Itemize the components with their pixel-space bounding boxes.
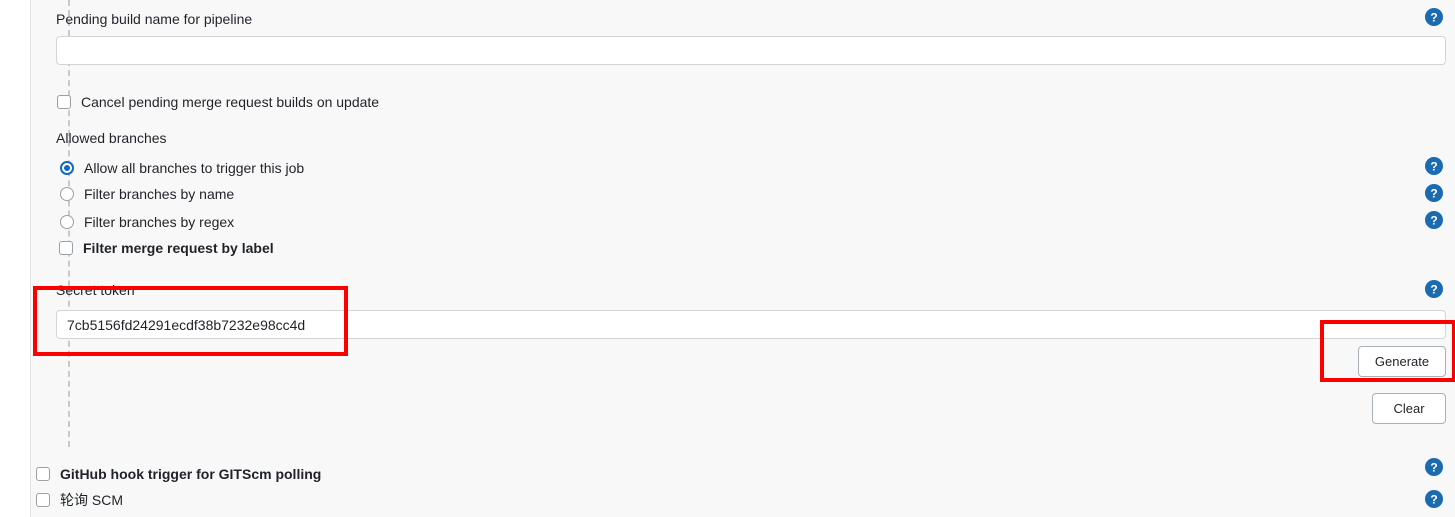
github-hook-trigger-checkbox[interactable]	[36, 467, 50, 481]
allowed-branches-label: Allowed branches	[56, 130, 167, 146]
filter-merge-request-by-label-label: Filter merge request by label	[83, 240, 274, 256]
svg-text:?: ?	[1430, 160, 1437, 174]
help-icon-pending-build-name[interactable]: ?	[1425, 8, 1443, 26]
radio-allow-all-branches-indicator[interactable]	[60, 161, 74, 175]
clear-button[interactable]: Clear	[1372, 393, 1446, 424]
github-hook-trigger-row[interactable]: GitHub hook trigger for GITScm polling	[36, 465, 321, 483]
pending-build-name-label: Pending build name for pipeline	[56, 11, 253, 27]
generate-button[interactable]: Generate	[1358, 346, 1446, 377]
svg-text:?: ?	[1430, 493, 1437, 507]
filter-merge-request-by-label-row[interactable]: Filter merge request by label	[59, 239, 274, 257]
secret-token-input[interactable]	[56, 310, 1446, 339]
settings-content-pane: Pending build name for pipeline ? Cancel…	[30, 0, 1455, 517]
radio-filter-branches-by-name[interactable]: Filter branches by name	[60, 185, 234, 203]
filter-merge-request-by-label-checkbox[interactable]	[59, 241, 73, 255]
help-icon-allow-all-branches[interactable]: ?	[1425, 157, 1443, 175]
help-icon-filter-branches-by-name[interactable]: ?	[1425, 184, 1443, 202]
pending-build-name-input[interactable]	[56, 36, 1446, 65]
cancel-pending-builds-label: Cancel pending merge request builds on u…	[81, 94, 380, 110]
svg-text:?: ?	[1430, 461, 1437, 475]
radio-allow-all-branches-label: Allow all branches to trigger this job	[84, 160, 305, 176]
help-icon-secret-token[interactable]: ?	[1425, 280, 1443, 298]
svg-text:?: ?	[1430, 214, 1437, 228]
radio-allow-all-branches[interactable]: Allow all branches to trigger this job	[60, 159, 304, 177]
svg-text:?: ?	[1430, 283, 1437, 297]
radio-filter-branches-by-name-label: Filter branches by name	[84, 186, 235, 202]
github-hook-trigger-label: GitHub hook trigger for GITScm polling	[60, 466, 322, 482]
radio-filter-branches-by-name-indicator[interactable]	[60, 187, 74, 201]
help-icon-filter-branches-by-regex[interactable]: ?	[1425, 211, 1443, 229]
cancel-pending-builds-row[interactable]: Cancel pending merge request builds on u…	[57, 93, 379, 111]
radio-filter-branches-by-regex-indicator[interactable]	[60, 215, 74, 229]
help-icon-github-hook-trigger[interactable]: ?	[1425, 458, 1443, 476]
radio-filter-branches-by-regex-label: Filter branches by regex	[84, 214, 235, 230]
cancel-pending-builds-checkbox[interactable]	[57, 95, 71, 109]
secret-token-label: Secret token	[56, 282, 135, 298]
poll-scm-checkbox[interactable]	[36, 493, 50, 507]
poll-scm-row[interactable]: 轮询 SCM	[36, 491, 123, 509]
poll-scm-label: 轮询 SCM	[60, 492, 123, 508]
svg-text:?: ?	[1430, 11, 1437, 25]
help-icon-poll-scm[interactable]: ?	[1425, 490, 1443, 508]
radio-filter-branches-by-regex[interactable]: Filter branches by regex	[60, 213, 234, 231]
page-root: Pending build name for pipeline ? Cancel…	[0, 0, 1455, 517]
svg-text:?: ?	[1430, 187, 1437, 201]
